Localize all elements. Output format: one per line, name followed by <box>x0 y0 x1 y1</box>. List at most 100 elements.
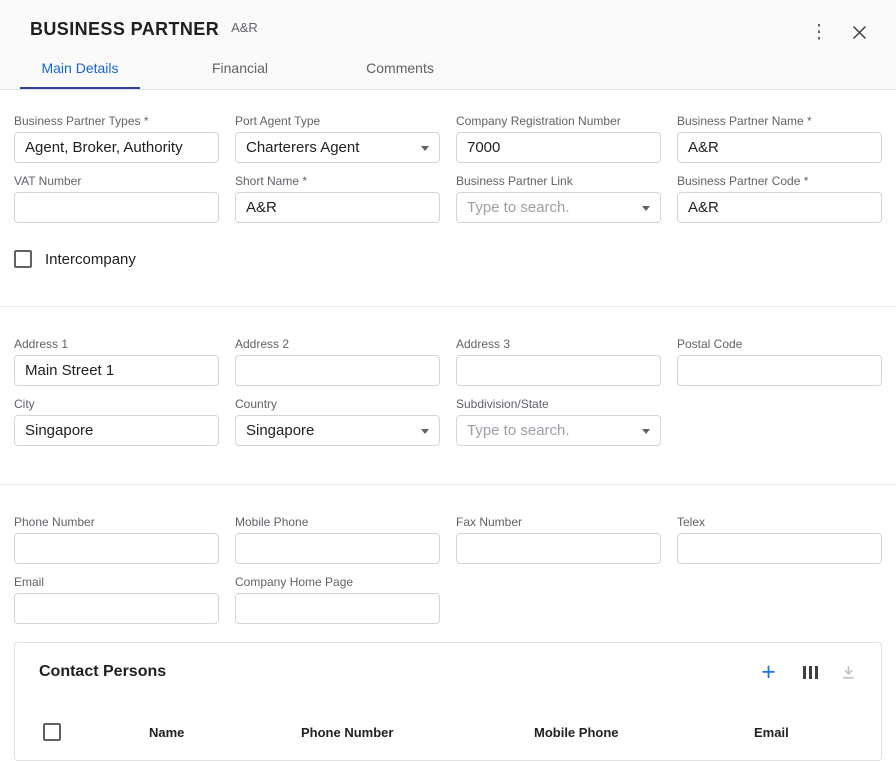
main-details-grid: Business Partner Types * Port Agent Type… <box>14 114 882 223</box>
postal-code-input[interactable] <box>677 355 882 386</box>
tab-financial[interactable]: Financial <box>160 47 320 89</box>
dialog-header: BUSINESS PARTNER A&R ⋮ Main Details Fina… <box>0 0 896 90</box>
subdivision-state-select[interactable] <box>456 415 661 446</box>
field-label: Company Home Page <box>235 575 440 589</box>
contact-persons-card: Contact Persons + Name Phone Number Mobi… <box>14 642 882 761</box>
contact-persons-header: Contact Persons + <box>15 643 881 704</box>
page-title: BUSINESS PARTNER <box>30 19 219 39</box>
address-grid: Address 1 Address 2 Address 3 Postal Cod… <box>14 337 882 446</box>
mobile-phone-input[interactable] <box>235 533 440 564</box>
telex-field: Telex <box>677 515 882 564</box>
email-field: Email <box>14 575 219 624</box>
section-divider <box>0 484 896 485</box>
main-details-section: Business Partner Types * Port Agent Type… <box>14 114 882 268</box>
intercompany-row: Intercompany <box>14 250 882 268</box>
chevron-down-icon[interactable] <box>642 206 650 211</box>
business-partner-name-input[interactable] <box>677 132 882 163</box>
subdivision-state-field: Subdivision/State <box>456 397 661 446</box>
tab-main-details[interactable]: Main Details <box>0 47 160 89</box>
vat-number-field: VAT Number <box>14 174 219 223</box>
field-label: Mobile Phone <box>235 515 440 529</box>
field-label: Business Partner Code * <box>677 174 882 188</box>
intercompany-label: Intercompany <box>45 251 136 268</box>
field-label: Subdivision/State <box>456 397 661 411</box>
fax-number-field: Fax Number <box>456 515 661 564</box>
business-partner-name-field: Business Partner Name * <box>677 114 882 163</box>
email-input[interactable] <box>14 593 219 624</box>
company-registration-number-input[interactable] <box>456 132 661 163</box>
columns-icon[interactable] <box>801 664 821 681</box>
country-select[interactable] <box>235 415 440 446</box>
telex-input[interactable] <box>677 533 882 564</box>
header-actions: ⋮ <box>804 19 874 45</box>
business-partner-link-select[interactable] <box>456 192 661 223</box>
select-all-checkbox[interactable] <box>43 723 61 741</box>
short-name-input[interactable] <box>235 192 440 223</box>
company-registration-number-field: Company Registration Number <box>456 114 661 163</box>
company-home-page-input[interactable] <box>235 593 440 624</box>
business-partner-code-input[interactable] <box>677 192 882 223</box>
contact-persons-actions: + <box>757 660 858 684</box>
page-subtitle: A&R <box>231 20 258 35</box>
city-input[interactable] <box>14 415 219 446</box>
dialog-body: Business Partner Types * Port Agent Type… <box>0 90 896 762</box>
contact-info-grid: Phone Number Mobile Phone Fax Number Tel… <box>14 515 882 624</box>
short-name-field: Short Name * <box>235 174 440 223</box>
field-label: Fax Number <box>456 515 661 529</box>
field-label: Business Partner Link <box>456 174 661 188</box>
tab-comments[interactable]: Comments <box>320 47 480 89</box>
intercompany-checkbox[interactable] <box>14 250 32 268</box>
city-field: City <box>14 397 219 446</box>
field-label: Postal Code <box>677 337 882 351</box>
port-agent-type-select[interactable] <box>235 132 440 163</box>
column-header-email: Email <box>754 725 881 740</box>
field-label: Country <box>235 397 440 411</box>
fax-number-input[interactable] <box>456 533 661 564</box>
field-label: Email <box>14 575 219 589</box>
tab-bar: Main Details Financial Comments <box>0 47 896 89</box>
section-divider <box>0 306 896 307</box>
field-label: Address 1 <box>14 337 219 351</box>
vat-number-input[interactable] <box>14 192 219 223</box>
mobile-phone-field: Mobile Phone <box>235 515 440 564</box>
contact-persons-table-header: Name Phone Number Mobile Phone Email <box>15 704 881 760</box>
field-label: Business Partner Types * <box>14 114 219 128</box>
field-label: Port Agent Type <box>235 114 440 128</box>
chevron-down-icon[interactable] <box>642 429 650 434</box>
field-label: Phone Number <box>14 515 219 529</box>
phone-number-input[interactable] <box>14 533 219 564</box>
contact-info-section: Phone Number Mobile Phone Fax Number Tel… <box>14 515 882 624</box>
field-label: Telex <box>677 515 882 529</box>
field-label: VAT Number <box>14 174 219 188</box>
field-label: Company Registration Number <box>456 114 661 128</box>
kebab-menu-icon[interactable]: ⋮ <box>804 19 834 45</box>
business-partner-link-field: Business Partner Link <box>456 174 661 223</box>
download-icon <box>840 664 857 681</box>
country-field: Country <box>235 397 440 446</box>
address-section: Address 1 Address 2 Address 3 Postal Cod… <box>14 337 882 446</box>
chevron-down-icon[interactable] <box>421 146 429 151</box>
address-3-input[interactable] <box>456 355 661 386</box>
port-agent-type-field: Port Agent Type <box>235 114 440 163</box>
column-header-mobile-phone: Mobile Phone <box>534 725 754 740</box>
column-header-phone-number: Phone Number <box>301 725 534 740</box>
address-3-field: Address 3 <box>456 337 661 386</box>
business-partner-types-input[interactable] <box>14 132 219 163</box>
chevron-down-icon[interactable] <box>421 429 429 434</box>
business-partner-dialog: BUSINESS PARTNER A&R ⋮ Main Details Fina… <box>0 0 896 762</box>
address-2-input[interactable] <box>235 355 440 386</box>
contact-persons-title: Contact Persons <box>39 663 166 681</box>
close-icon[interactable] <box>844 19 874 45</box>
field-label: Short Name * <box>235 174 440 188</box>
add-contact-person-icon[interactable]: + <box>757 660 781 684</box>
field-label: Address 3 <box>456 337 661 351</box>
address-1-field: Address 1 <box>14 337 219 386</box>
business-partner-types-field: Business Partner Types * <box>14 114 219 163</box>
company-home-page-field: Company Home Page <box>235 575 440 624</box>
title-row: BUSINESS PARTNER A&R ⋮ <box>0 0 896 47</box>
address-1-input[interactable] <box>14 355 219 386</box>
postal-code-field: Postal Code <box>677 337 882 386</box>
column-header-name: Name <box>149 725 301 740</box>
phone-number-field: Phone Number <box>14 515 219 564</box>
field-label: Business Partner Name * <box>677 114 882 128</box>
